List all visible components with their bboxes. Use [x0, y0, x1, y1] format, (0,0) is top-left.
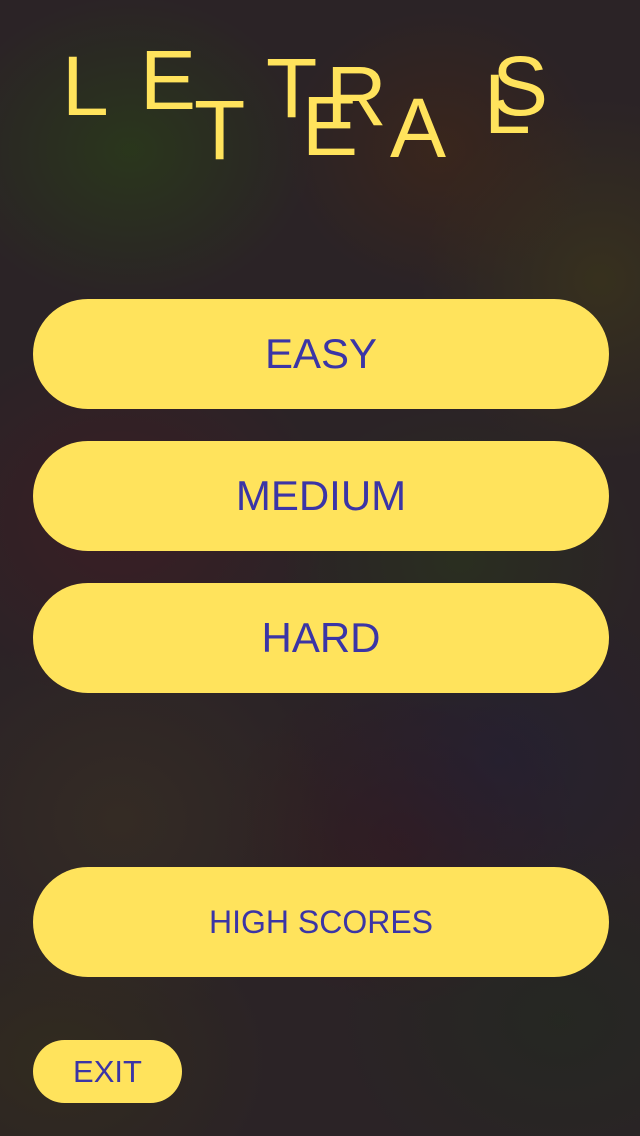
- medium-button-label: MEDIUM: [235, 472, 407, 519]
- title-letter: S: [492, 39, 549, 133]
- high-scores-button[interactable]: HIGH SCORES: [33, 867, 609, 977]
- game-title: L E T T E R A L S: [0, 0, 640, 200]
- title-letter: L: [62, 39, 109, 133]
- title-letter: E: [140, 33, 197, 127]
- exit-button[interactable]: EXIT: [33, 1040, 182, 1103]
- easy-button[interactable]: EASY: [33, 299, 609, 409]
- medium-button[interactable]: MEDIUM: [33, 441, 609, 551]
- exit-button-label: EXIT: [73, 1053, 142, 1089]
- high-scores-button-label: HIGH SCORES: [208, 903, 434, 940]
- easy-button-label: EASY: [264, 330, 378, 377]
- title-letter: T: [194, 83, 246, 177]
- title-letter: A: [390, 81, 447, 175]
- hard-button[interactable]: HARD: [33, 583, 609, 693]
- title-letter: R: [326, 49, 387, 143]
- hard-button-label: HARD: [261, 614, 381, 661]
